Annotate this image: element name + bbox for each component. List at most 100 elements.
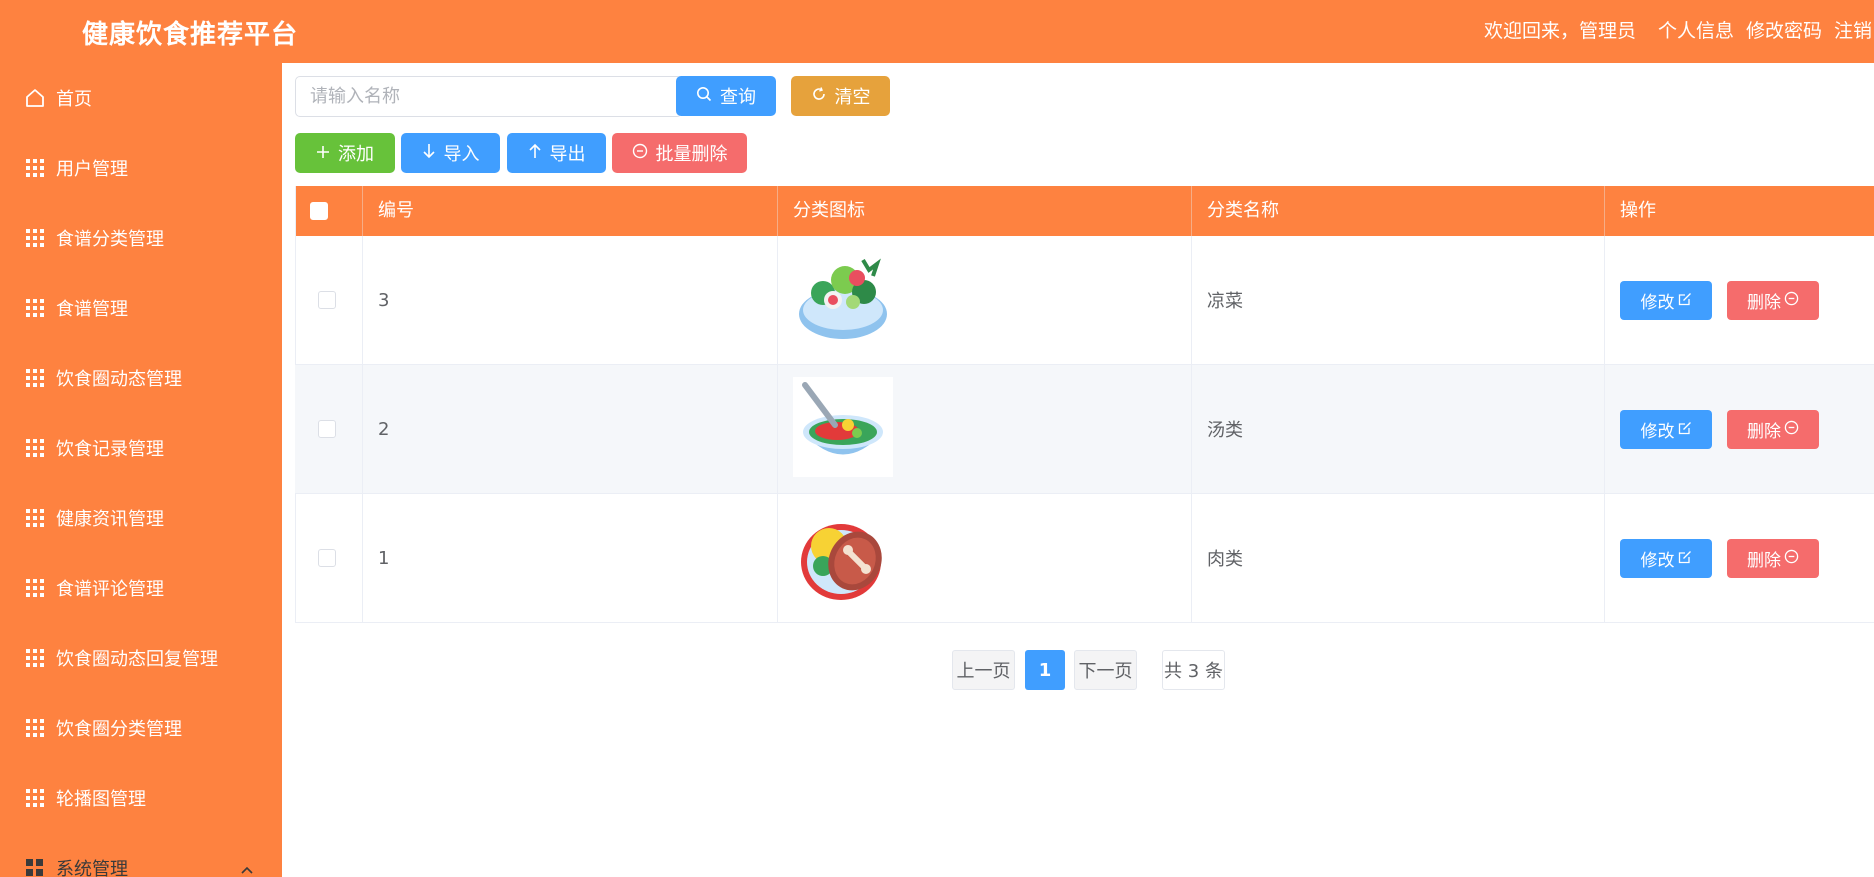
sidebar-item-label: 系统管理: [56, 859, 128, 877]
export-button[interactable]: 导出: [507, 133, 606, 173]
profile-link[interactable]: 个人信息: [1658, 16, 1734, 43]
row-name: 肉类: [1192, 494, 1605, 622]
app-title: 健康饮食推荐平台: [82, 20, 299, 50]
sidebar-item-feed-categories[interactable]: 饮食圈分类管理: [0, 693, 282, 763]
header-user-area: 欢迎回来，管理员 个人信息 修改密码 注销: [1484, 16, 1872, 43]
plus-icon: [316, 143, 330, 164]
row-checkbox-cell: [295, 494, 363, 622]
next-page-button[interactable]: 下一页: [1074, 650, 1137, 690]
clear-button[interactable]: 清空: [791, 76, 890, 116]
sidebar-item-system[interactable]: 系统管理: [0, 833, 282, 877]
grid-icon: [25, 788, 45, 808]
row-id: 2: [363, 365, 778, 493]
sidebar-item-health-news[interactable]: 健康资讯管理: [0, 483, 282, 553]
sidebar-item-label: 健康资讯管理: [56, 509, 164, 530]
edit-icon: [1678, 549, 1692, 569]
table-row: 1 肉类 修改 删除: [295, 494, 1874, 623]
import-button[interactable]: 导入: [401, 133, 500, 173]
add-button[interactable]: 添加: [295, 133, 395, 173]
row-actions-cell: 修改 删除: [1605, 365, 1874, 493]
sidebar-item-recipe-comments[interactable]: 食谱评论管理: [0, 553, 282, 623]
sidebar-item-recipe-category[interactable]: 食谱分类管理: [0, 203, 282, 273]
delete-label: 删除: [1747, 293, 1781, 313]
row-name: 凉菜: [1192, 236, 1605, 364]
sidebar-item-home[interactable]: 首页: [0, 63, 282, 133]
salad-bowl-icon: [793, 248, 893, 353]
edit-button[interactable]: 修改: [1620, 281, 1712, 320]
row-checkbox-cell: [295, 365, 363, 493]
home-icon: [25, 88, 45, 108]
batch-delete-label: 批量删除: [655, 144, 728, 165]
row-actions-cell: 修改 删除: [1605, 494, 1874, 622]
sidebar-item-feed-replies[interactable]: 饮食圈动态回复管理: [0, 623, 282, 693]
row-checkbox[interactable]: [318, 549, 336, 567]
sidebar-item-label: 饮食圈分类管理: [56, 719, 182, 740]
column-header-icon: 分类图标: [778, 186, 1192, 236]
edit-label: 修改: [1640, 293, 1675, 313]
delete-button[interactable]: 删除: [1727, 539, 1819, 578]
delete-button[interactable]: 删除: [1727, 281, 1819, 320]
welcome-text: 欢迎回来，管理员: [1483, 20, 1636, 42]
grid-icon: [25, 578, 45, 598]
sidebar-item-label: 食谱分类管理: [56, 229, 164, 250]
row-actions-cell: 修改 删除: [1605, 236, 1874, 364]
edit-label: 修改: [1640, 422, 1675, 442]
row-id: 1: [363, 494, 778, 622]
edit-icon: [1678, 291, 1692, 311]
top-header: 健康饮食推荐平台 欢迎回来，管理员 个人信息 修改密码 注销: [0, 0, 1874, 63]
import-label: 导入: [443, 144, 480, 165]
select-all-checkbox[interactable]: [310, 202, 328, 220]
edit-button[interactable]: 修改: [1620, 410, 1712, 449]
sidebar-item-carousel[interactable]: 轮播图管理: [0, 763, 282, 833]
sidebar-item-diet-feed[interactable]: 饮食圈动态管理: [0, 343, 282, 413]
minus-circle-icon: [1784, 549, 1799, 569]
row-id: 3: [363, 236, 778, 364]
edit-button[interactable]: 修改: [1620, 539, 1712, 578]
row-name: 汤类: [1192, 365, 1605, 493]
delete-label: 删除: [1747, 422, 1781, 442]
column-header-actions: 操作: [1620, 200, 1656, 221]
refresh-icon: [811, 86, 827, 107]
batch-delete-button[interactable]: 批量删除: [612, 133, 747, 173]
sidebar-item-label: 食谱评论管理: [56, 579, 164, 600]
grid-icon: [25, 438, 45, 458]
delete-button[interactable]: 删除: [1727, 410, 1819, 449]
grid-icon: [25, 648, 45, 668]
query-button[interactable]: 查询: [676, 76, 776, 116]
total-count: 共 3 条: [1162, 650, 1225, 690]
logout-link[interactable]: 注销: [1834, 16, 1872, 43]
table-header: 编号 分类图标 分类名称 操作: [295, 186, 1874, 236]
query-label: 查询: [720, 87, 756, 108]
clear-label: 清空: [834, 87, 871, 108]
sidebar-item-label: 用户管理: [56, 159, 128, 180]
row-icon-cell: [778, 494, 1192, 622]
sidebar-item-label: 食谱管理: [56, 299, 128, 320]
table-row: 2 汤类 修改 删除: [295, 365, 1874, 494]
row-checkbox[interactable]: [318, 291, 336, 309]
sidebar-item-label: 首页: [56, 89, 92, 110]
change-password-link[interactable]: 修改密码: [1746, 16, 1822, 43]
sidebar-item-label: 饮食记录管理: [56, 439, 164, 460]
sidebar-item-label: 饮食圈动态管理: [56, 369, 182, 390]
menu-icon: [25, 858, 45, 877]
edit-label: 修改: [1640, 551, 1675, 571]
grid-icon: [25, 228, 45, 248]
sidebar-item-users[interactable]: 用户管理: [0, 133, 282, 203]
search-input[interactable]: [295, 76, 682, 117]
sidebar-item-recipes[interactable]: 食谱管理: [0, 273, 282, 343]
prev-page-button[interactable]: 上一页: [952, 650, 1015, 690]
grid-icon: [25, 298, 45, 318]
grid-icon: [25, 508, 45, 528]
sidebar-item-label: 轮播图管理: [56, 789, 146, 810]
sidebar: 首页 用户管理 食谱分类管理 食谱管理 饮食圈动态管理 饮食记录管理 健康资讯管…: [0, 63, 282, 877]
meat-plate-icon: [793, 506, 893, 611]
main-content: 查询 清空 添加 导入 导出 批量删除 编号 分类图标 分类名称 操作: [282, 63, 1874, 877]
sidebar-item-diet-records[interactable]: 饮食记录管理: [0, 413, 282, 483]
row-checkbox[interactable]: [318, 420, 336, 438]
row-checkbox-cell: [295, 236, 363, 364]
row-icon-cell: [778, 365, 1192, 493]
arrow-down-icon: [422, 143, 436, 164]
table-row: 3 凉菜 修改 删除: [295, 236, 1874, 365]
page-number-button[interactable]: 1: [1025, 650, 1065, 690]
column-header-id: 编号: [363, 186, 778, 236]
